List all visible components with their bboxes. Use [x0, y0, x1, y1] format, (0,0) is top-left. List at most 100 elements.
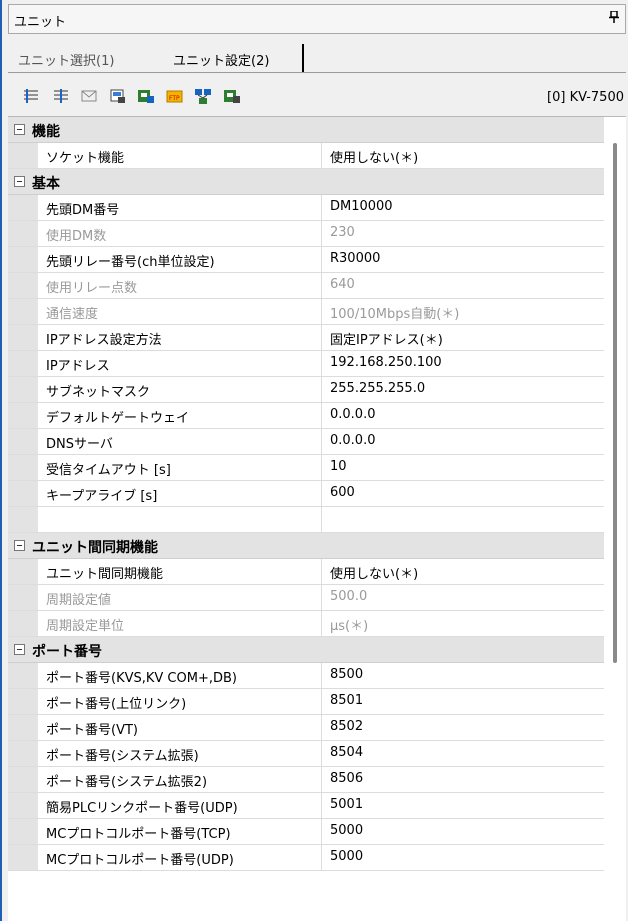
panel-titlebar: ユニット [8, 4, 626, 34]
collapse-icon[interactable] [14, 644, 25, 655]
property-value[interactable]: 600 [322, 481, 604, 506]
property-value[interactable] [322, 507, 604, 532]
property-name: ポート番号(システム拡張) [38, 741, 322, 766]
vertical-scrollbar[interactable] [604, 116, 626, 921]
property-row[interactable] [8, 507, 604, 533]
property-name: DNSサーバ [38, 429, 322, 454]
property-row[interactable]: 先頭DM番号 DM10000 [8, 195, 604, 221]
property-row[interactable]: 受信タイムアウト [s] 10 [8, 455, 604, 481]
property-name: 使用DM数 [38, 221, 322, 246]
property-value[interactable]: DM10000 [322, 195, 604, 220]
pin-icon[interactable] [609, 10, 619, 27]
property-value: 230 [330, 225, 355, 240]
property-row[interactable]: ソケット機能 使用しない(＊) [8, 143, 604, 169]
tab-unit-select[interactable]: ユニット選択(1) [8, 44, 124, 72]
property-value[interactable]: 5000 [322, 819, 604, 844]
mail-icon[interactable] [80, 88, 98, 104]
property-value[interactable]: 255.255.255.0 [322, 377, 604, 402]
property-name: 周期設定値 [38, 585, 322, 610]
property-value[interactable]: 8501 [322, 689, 604, 714]
category-basic[interactable]: 基本 [8, 169, 604, 195]
property-value: 100/10Mbps自動(＊) [330, 307, 460, 322]
category-port[interactable]: ポート番号 [8, 637, 604, 663]
category-label: 機能 [32, 124, 60, 140]
property-name: ユニット間同期機能 [38, 559, 322, 584]
property-row: 通信速度 100/10Mbps自動(＊) [8, 299, 604, 325]
property-value[interactable]: 0.0.0.0 [322, 403, 604, 428]
tab-bar: ユニット選択(1) ユニット設定(2) [8, 44, 626, 72]
download-icon[interactable] [223, 88, 241, 104]
category-label: ポート番号 [32, 644, 102, 660]
property-value[interactable]: 10 [322, 455, 604, 480]
tab-divider [8, 72, 626, 73]
property-row[interactable]: 簡易PLCリンクポート番号(UDP) 5001 [8, 793, 604, 819]
property-row[interactable]: ポート番号(上位リンク) 8501 [8, 689, 604, 715]
tab-unit-settings[interactable]: ユニット設定(2) [163, 44, 279, 72]
property-value[interactable]: 8506 [322, 767, 604, 792]
property-value[interactable]: 5000 [322, 845, 604, 870]
sort-icon[interactable] [22, 88, 40, 104]
property-name: キープアライブ [s] [38, 481, 322, 506]
property-name: ポート番号(上位リンク) [38, 689, 322, 714]
property-value: 640 [330, 277, 355, 292]
network-icon[interactable] [194, 88, 212, 104]
property-value[interactable]: 5001 [322, 793, 604, 818]
property-row[interactable]: ポート番号(KVS,KV COM+,DB) 8500 [8, 663, 604, 689]
property-row: 使用リレー点数 640 [8, 273, 604, 299]
property-row[interactable]: ポート番号(VT) 8502 [8, 715, 604, 741]
category-label: ユニット間同期機能 [32, 540, 158, 556]
property-row[interactable]: サブネットマスク 255.255.255.0 [8, 377, 604, 403]
property-value[interactable]: 使用しない(＊) [322, 143, 604, 168]
property-row[interactable]: MCプロトコルポート番号(UDP) 5000 [8, 845, 604, 871]
unit-settings-icon[interactable] [137, 88, 155, 104]
category-label: 基本 [32, 176, 60, 192]
property-value[interactable]: 8502 [322, 715, 604, 740]
property-value[interactable]: 0.0.0.0 [322, 429, 604, 454]
property-value[interactable]: 使用しない(＊) [322, 559, 604, 584]
property-name: サブネットマスク [38, 377, 322, 402]
property-name: ポート番号(VT) [38, 715, 322, 740]
collapse-icon[interactable] [14, 540, 25, 551]
property-value[interactable]: 192.168.250.100 [322, 351, 604, 376]
scrollbar-thumb[interactable] [613, 143, 617, 663]
property-name: 通信速度 [38, 299, 322, 324]
property-row[interactable]: MCプロトコルポート番号(TCP) 5000 [8, 819, 604, 845]
property-row[interactable]: 先頭リレー番号(ch単位設定) R30000 [8, 247, 604, 273]
property-value[interactable]: 8504 [322, 741, 604, 766]
property-value[interactable]: 8500 [322, 663, 604, 688]
property-row[interactable]: ポート番号(システム拡張2) 8506 [8, 767, 604, 793]
sort-asc-icon[interactable] [52, 88, 70, 104]
ftp-icon[interactable]: FTP [166, 88, 184, 104]
property-name: IPアドレス設定方法 [38, 325, 322, 350]
property-row[interactable]: DNSサーバ 0.0.0.0 [8, 429, 604, 455]
property-name: MCプロトコルポート番号(TCP) [38, 819, 322, 844]
svg-text:FTP: FTP [169, 95, 180, 102]
property-name: ソケット機能 [38, 143, 322, 168]
property-value[interactable]: R30000 [322, 247, 604, 272]
property-row[interactable]: IPアドレス設定方法 固定IPアドレス(＊) [8, 325, 604, 351]
property-row[interactable]: IPアドレス 192.168.250.100 [8, 351, 604, 377]
property-row: 周期設定値 500.0 [8, 585, 604, 611]
property-row[interactable]: ユニット間同期機能 使用しない(＊) [8, 559, 604, 585]
collapse-icon[interactable] [14, 176, 25, 187]
property-name: MCプロトコルポート番号(UDP) [38, 845, 322, 870]
property-name: デフォルトゲートウェイ [38, 403, 322, 428]
property-row[interactable]: デフォルトゲートウェイ 0.0.0.0 [8, 403, 604, 429]
property-row[interactable]: ポート番号(システム拡張) 8504 [8, 741, 604, 767]
unit-icon[interactable] [109, 88, 127, 104]
property-name: ポート番号(システム拡張2) [38, 767, 322, 792]
tab-active-marker [302, 44, 304, 72]
property-row[interactable]: キープアライブ [s] 600 [8, 481, 604, 507]
property-value[interactable]: 固定IPアドレス(＊) [322, 325, 604, 350]
property-row: 使用DM数 230 [8, 221, 604, 247]
property-row: 周期設定単位 µs(＊) [8, 611, 604, 637]
property-name: 受信タイムアウト [s] [38, 455, 322, 480]
collapse-icon[interactable] [14, 124, 25, 135]
category-function[interactable]: 機能 [8, 117, 604, 143]
category-sync[interactable]: ユニット間同期機能 [8, 533, 604, 559]
property-grid: 機能 ソケット機能 使用しない(＊) 基本 先頭DM番号 DM10000 使用DM数… [8, 116, 604, 921]
property-value: 500.0 [330, 589, 368, 604]
panel-title: ユニット [14, 15, 67, 30]
property-name: 先頭DM番号 [38, 195, 322, 220]
property-name: 簡易PLCリンクポート番号(UDP) [38, 793, 322, 818]
